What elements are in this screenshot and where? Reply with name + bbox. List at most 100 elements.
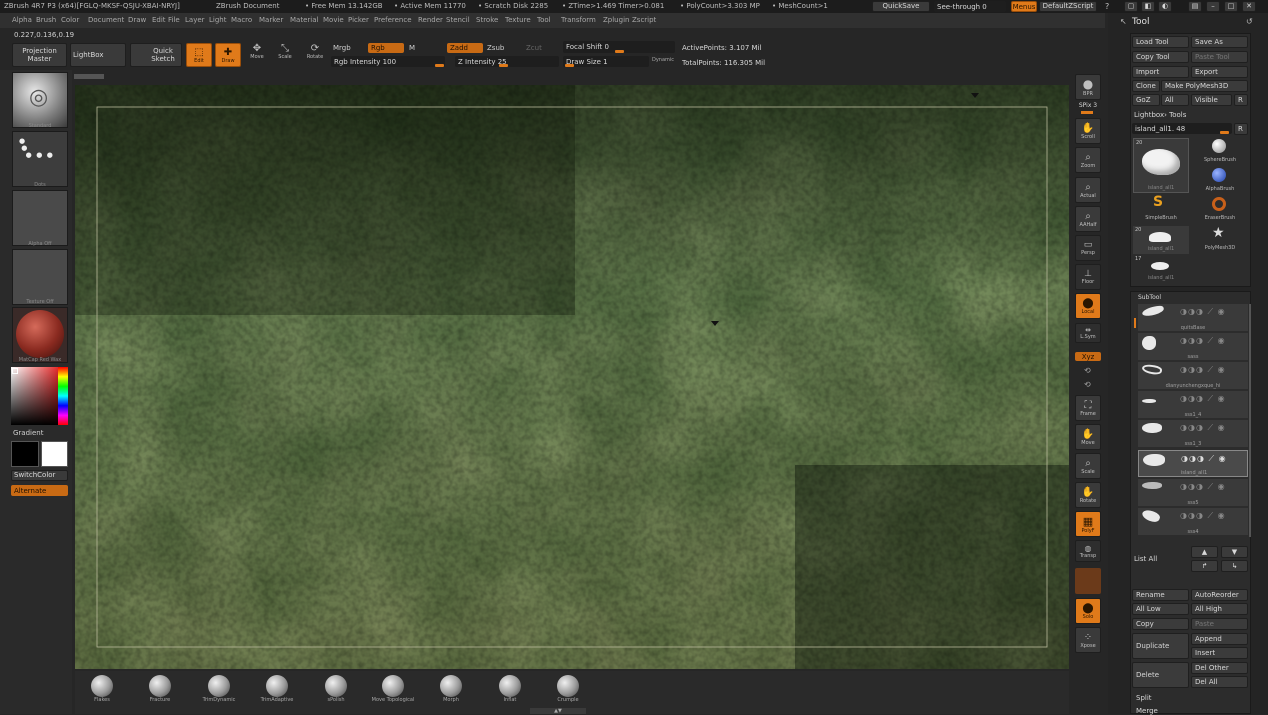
all-high-button[interactable]: All High xyxy=(1191,603,1248,615)
layout-icon[interactable]: ▢ xyxy=(1124,1,1138,12)
move-top-icon[interactable]: ↱ xyxy=(1191,560,1218,572)
tool-thumb-alphabrush[interactable]: AlphaBrush xyxy=(1192,167,1248,195)
menu-tool[interactable]: Tool xyxy=(537,16,551,24)
subtool-row-sss1-3[interactable]: ◑◑◑ ⟋ ◉ sss1_3 xyxy=(1138,420,1248,447)
rgb-toggle[interactable]: Rgb xyxy=(368,43,404,53)
local-button[interactable]: ⬤ Local xyxy=(1075,293,1101,319)
brush-move-topological-icon[interactable] xyxy=(382,675,404,697)
viewport-canvas[interactable] xyxy=(75,85,1069,669)
spix-knob[interactable] xyxy=(1081,111,1093,114)
menu-picker[interactable]: Picker xyxy=(348,16,369,24)
frame-button[interactable]: ⛶ Frame xyxy=(1075,395,1101,421)
persp-button[interactable]: ▭ Persp xyxy=(1075,235,1101,261)
menu-light[interactable]: Light xyxy=(209,16,226,24)
draw-button[interactable]: ✚ Draw xyxy=(215,43,241,67)
subtool-row-sss1-4[interactable]: ◑◑◑ ⟋ ◉ sss1_4 xyxy=(1138,391,1248,418)
paste-subtool-button[interactable]: Paste xyxy=(1191,618,1248,630)
make-polymesh3d-button[interactable]: Make PolyMesh3D xyxy=(1161,80,1248,92)
subtool-row-sass[interactable]: ◑◑◑ ⟋ ◉ sass xyxy=(1138,333,1248,360)
visibility-icon[interactable]: ◑◑◑ ⟋ ◉ xyxy=(1180,336,1226,346)
duplicate-button[interactable]: Duplicate xyxy=(1132,633,1189,659)
brush-spolish-icon[interactable] xyxy=(325,675,347,697)
help-icon[interactable]: ? xyxy=(1105,2,1115,11)
tool-palette-title[interactable]: Tool xyxy=(1132,17,1149,27)
goz-r-button[interactable]: R xyxy=(1234,94,1248,106)
m-toggle[interactable]: M xyxy=(409,44,415,52)
scroll-button[interactable]: ✋ Scroll xyxy=(1075,118,1101,144)
menu-stencil[interactable]: Stencil xyxy=(446,16,470,24)
append-button[interactable]: Append xyxy=(1191,633,1248,645)
rgb-intensity-slider[interactable]: Rgb Intensity 100 xyxy=(331,56,445,67)
rotate-axis-2-icon[interactable]: ⟲ xyxy=(1084,380,1091,389)
color-cursor[interactable] xyxy=(12,368,18,374)
move-down-icon[interactable]: ▼ xyxy=(1221,546,1248,558)
tool-thumb-island-3[interactable]: 17 island_all1 xyxy=(1133,255,1189,283)
copy-subtool-button[interactable]: Copy xyxy=(1132,618,1189,630)
stroke-thumbnail[interactable]: ● ● ● ● ● xyxy=(12,131,68,187)
export-button[interactable]: Export xyxy=(1191,66,1248,78)
zadd-toggle[interactable]: Zadd xyxy=(447,43,483,53)
rotate-axis-icon[interactable]: ⟲ xyxy=(1084,366,1091,375)
focal-shift-knob[interactable] xyxy=(615,50,624,53)
tool-reset-icon[interactable]: ↺ xyxy=(1246,17,1253,26)
subtool-title[interactable]: SubTool xyxy=(1138,294,1161,301)
del-other-button[interactable]: Del Other xyxy=(1191,662,1248,674)
subtool-row-sss5[interactable]: ◑◑◑ ⟋ ◉ sss5 xyxy=(1138,479,1248,506)
menu-zplugin[interactable]: Zplugin xyxy=(603,16,629,24)
shelf-expand-icon[interactable]: ▲▼ xyxy=(530,708,586,714)
switch-color-button[interactable]: SwitchColor xyxy=(11,470,68,481)
current-tool-knob[interactable] xyxy=(1220,131,1229,134)
texture-thumbnail[interactable] xyxy=(12,249,68,305)
hue-strip[interactable] xyxy=(58,367,68,425)
draw-size-knob[interactable] xyxy=(565,64,574,67)
split-menu[interactable]: Split xyxy=(1136,694,1152,702)
tool-thumb-eraserbrush[interactable]: EraserBrush xyxy=(1192,196,1248,224)
copy-tool-button[interactable]: Copy Tool xyxy=(1132,51,1189,63)
goz-visible-button[interactable]: Visible xyxy=(1191,94,1232,106)
shelf-rotate-button[interactable]: ✋ Rotate xyxy=(1075,482,1101,508)
del-all-button[interactable]: Del All xyxy=(1191,676,1248,688)
menu-movie[interactable]: Movie xyxy=(323,16,344,24)
secondary-color-swatch[interactable] xyxy=(11,441,39,467)
close-icon[interactable]: ✕ xyxy=(1242,1,1256,12)
current-tool-slider[interactable]: island_all1. 48 xyxy=(1132,123,1232,134)
alternate-button[interactable]: Alternate xyxy=(11,485,68,496)
tool-thumb-spherebrush[interactable]: SphereBrush xyxy=(1192,138,1248,166)
xyz-button[interactable]: Xyz xyxy=(1075,352,1101,361)
import-button[interactable]: Import xyxy=(1132,66,1189,78)
visibility-icon[interactable]: ◑◑◑ ⟋ ◉ xyxy=(1180,482,1226,492)
visibility-icon[interactable]: ◑◑◑ ⟋ ◉ xyxy=(1181,454,1227,464)
move-button[interactable]: ✥ Move xyxy=(246,43,268,67)
alpha-thumbnail[interactable] xyxy=(12,190,68,246)
subtool-row-dianyun[interactable]: ◑◑◑ ⟋ ◉ dianyunchengxque_hi xyxy=(1138,362,1248,389)
rotate-button[interactable]: ⟳ Rotate xyxy=(302,43,328,67)
menu-alpha[interactable]: Alpha xyxy=(12,16,32,24)
brush-trimdynamic-icon[interactable] xyxy=(208,675,230,697)
menu-marker[interactable]: Marker xyxy=(259,16,283,24)
transp-button[interactable]: ◍ Transp xyxy=(1075,540,1101,562)
save-as-button[interactable]: Save As xyxy=(1191,36,1248,48)
dynamic-toggle[interactable]: Dynamic xyxy=(652,57,674,63)
menu-document[interactable]: Document xyxy=(88,16,124,24)
menu-file[interactable]: File xyxy=(168,16,180,24)
tool-thumb-polymesh3d[interactable]: ★ PolyMesh3D xyxy=(1192,225,1248,254)
zsub-toggle[interactable]: Zsub xyxy=(487,44,504,52)
zcut-toggle[interactable]: Zcut xyxy=(526,44,542,52)
gradient-toggle[interactable]: Gradient xyxy=(13,429,43,437)
delete-button[interactable]: Delete xyxy=(1132,662,1189,688)
subtool-row-sss4[interactable]: ◑◑◑ ⟋ ◉ sss4 xyxy=(1138,508,1248,535)
move-up-icon[interactable]: ▲ xyxy=(1191,546,1218,558)
projection-master-button[interactable]: Projection Master xyxy=(12,43,67,67)
menu-zscript[interactable]: Zscript xyxy=(632,16,656,24)
menu-render[interactable]: Render xyxy=(418,16,443,24)
menu-preference[interactable]: Preference xyxy=(374,16,412,24)
visibility-icon[interactable]: ◑◑◑ ⟋ ◉ xyxy=(1180,511,1226,521)
z-intensity-knob[interactable] xyxy=(499,64,508,67)
save-icon[interactable]: ▤ xyxy=(1188,1,1202,12)
visibility-icon[interactable]: ◑◑◑ ⟋ ◉ xyxy=(1180,365,1226,375)
bpr-button[interactable]: ● BPR xyxy=(1075,74,1101,100)
menu-brush[interactable]: Brush xyxy=(36,16,56,24)
rename-button[interactable]: Rename xyxy=(1132,589,1189,601)
current-tool-r-button[interactable]: R xyxy=(1234,123,1248,135)
primary-color-swatch[interactable] xyxy=(41,441,68,467)
